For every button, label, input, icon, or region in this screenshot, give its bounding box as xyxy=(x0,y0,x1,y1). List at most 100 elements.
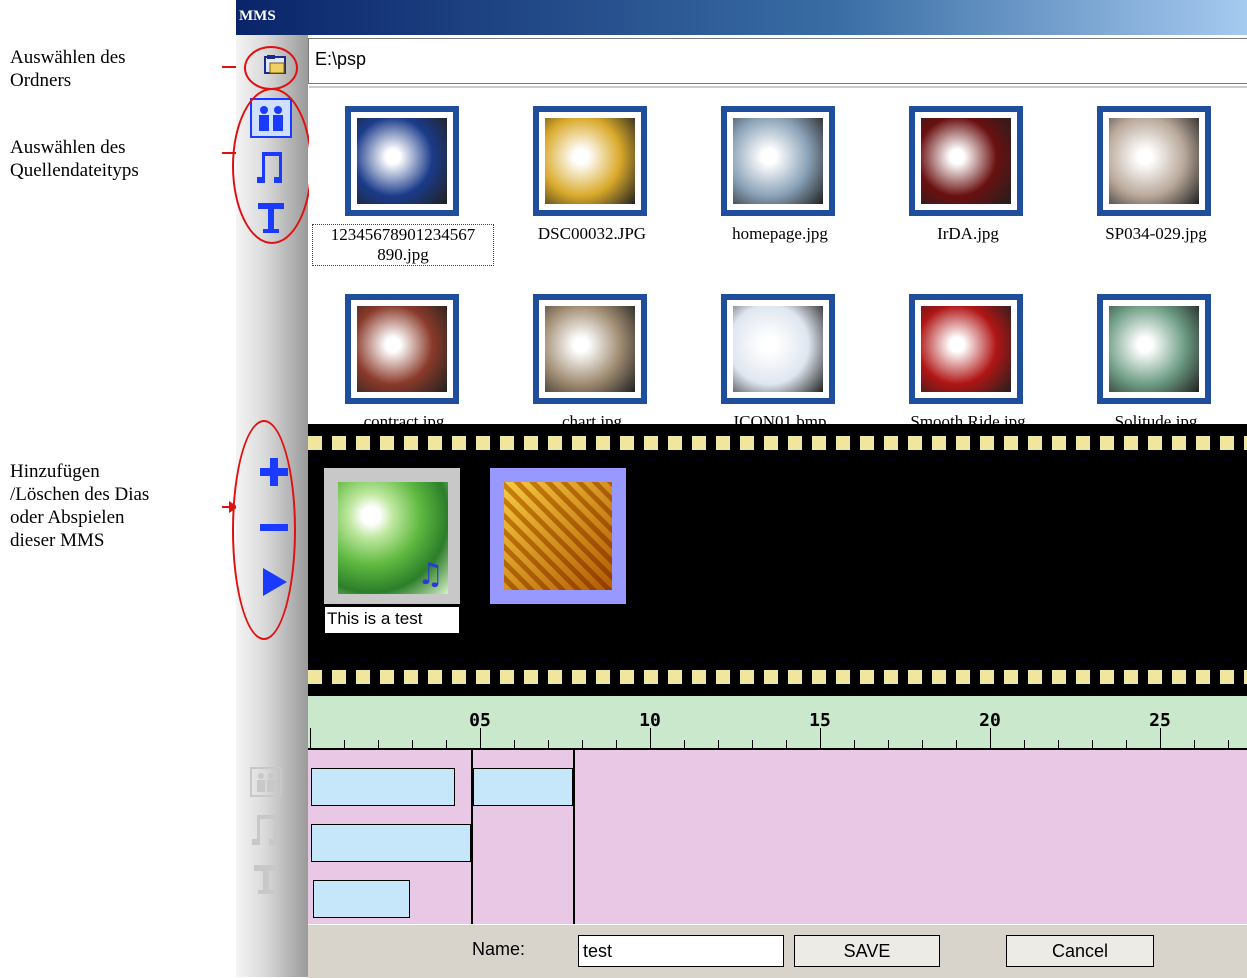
slide-divider-2 xyxy=(573,750,575,924)
cancel-button[interactable]: Cancel xyxy=(1006,935,1154,967)
slide-1[interactable]: ♫ This is a test xyxy=(324,468,460,634)
file-thumbnail xyxy=(909,106,1023,216)
image-segment-slide-1[interactable] xyxy=(311,768,455,806)
file-tile[interactable]: SP034-029.jpg xyxy=(1061,88,1247,258)
window-title: MMS xyxy=(239,8,276,24)
ruler-tick xyxy=(752,740,753,748)
file-name-label: IrDA.jpg xyxy=(937,224,999,243)
file-tile[interactable]: ICON01.bmp xyxy=(685,276,875,424)
file-name-label: SP034-029.jpg xyxy=(1105,224,1207,243)
file-thumbnail xyxy=(1097,106,1211,216)
thumbnail-image xyxy=(357,118,447,204)
track-text-icon xyxy=(248,860,284,900)
ruler-tick xyxy=(1228,740,1229,748)
image-segment-slide-2[interactable] xyxy=(473,768,573,806)
ruler-tick xyxy=(684,740,685,748)
time-ruler: 05 10 15 20 25 xyxy=(308,696,1247,750)
ruler-tick xyxy=(1024,740,1025,748)
ruler-tick xyxy=(480,728,481,748)
ruler-tick xyxy=(1160,728,1161,748)
file-tile[interactable]: 12345678901234567 890.jpg xyxy=(309,88,499,266)
title-bar: MMS xyxy=(236,0,1247,35)
file-tile[interactable]: Smooth Ride.jpg xyxy=(873,276,1063,424)
ruler-tick xyxy=(888,740,889,748)
timeline-tracks xyxy=(308,750,1247,924)
thumbnail-image xyxy=(1109,306,1199,392)
thumbnail-image xyxy=(733,306,823,392)
ruler-label: 10 xyxy=(639,710,661,731)
name-field[interactable] xyxy=(578,935,784,967)
track-audio-icon xyxy=(248,810,284,850)
ruler-tick xyxy=(786,740,787,748)
file-thumbnail xyxy=(533,106,647,216)
highlight-slide-actions xyxy=(232,420,296,640)
audio-segment-slide-1[interactable] xyxy=(311,824,471,862)
file-name-label: contract.jpg xyxy=(363,412,445,424)
ruler-tick xyxy=(820,728,821,748)
ruler-label: 25 xyxy=(1149,710,1171,731)
save-button[interactable]: SAVE xyxy=(794,935,940,967)
film-holes-top xyxy=(308,436,1247,450)
bottom-bar: Name: SAVE Cancel xyxy=(308,924,1247,978)
file-name-label: DSC00032.JPG xyxy=(537,224,647,243)
file-tile[interactable]: chart.jpg xyxy=(497,276,687,424)
file-name-label: Smooth Ride.jpg xyxy=(910,412,1026,424)
file-tile[interactable]: Solitude.jpg xyxy=(1061,276,1247,424)
thumbnail-image xyxy=(921,306,1011,392)
file-browser: 12345678901234567 890.jpg DSC00032.JPG hom… xyxy=(309,86,1247,424)
ruler-tick xyxy=(582,740,583,748)
ruler-tick xyxy=(548,740,549,748)
thumbnail-image xyxy=(733,118,823,204)
ruler-tick xyxy=(1126,740,1127,748)
ruler-tick xyxy=(718,740,719,748)
ruler-tick xyxy=(650,728,651,748)
ruler-tick xyxy=(1058,740,1059,748)
ruler-tick xyxy=(412,740,413,748)
ruler-tick xyxy=(344,740,345,748)
file-name-label: chart.jpg xyxy=(562,412,622,424)
path-field[interactable]: E:\psp xyxy=(308,38,1247,84)
file-thumbnail xyxy=(909,294,1023,404)
file-tile[interactable]: homepage.jpg xyxy=(685,88,875,258)
ruler-tick xyxy=(1092,740,1093,748)
highlight-source-types xyxy=(232,88,312,244)
file-tile[interactable]: contract.jpg xyxy=(309,276,499,424)
slide-2-image xyxy=(504,482,612,590)
ruler-tick xyxy=(1194,740,1195,748)
ruler-tick xyxy=(514,740,515,748)
text-segment-slide-1[interactable] xyxy=(313,880,410,918)
slide-1-caption[interactable]: This is a test xyxy=(324,606,460,634)
thumbnail-image xyxy=(357,306,447,392)
film-holes-bottom xyxy=(308,670,1247,684)
ruler-tick xyxy=(854,740,855,748)
track-image-icon xyxy=(248,764,284,800)
annotation-folder: Auswählen des Ordners xyxy=(10,47,126,91)
ruler-tick xyxy=(310,728,311,748)
file-thumbnail xyxy=(345,106,459,216)
file-name-label: homepage.jpg xyxy=(732,224,828,243)
thumbnail-image xyxy=(1109,118,1199,204)
people-icon-gray xyxy=(250,767,282,797)
ruler-tick xyxy=(616,740,617,748)
ruler-label: 15 xyxy=(809,710,831,731)
file-tile[interactable]: DSC00032.JPG xyxy=(497,88,687,258)
file-tile[interactable]: IrDA.jpg xyxy=(873,88,1063,258)
ruler-tick xyxy=(956,740,957,748)
name-label: Name: xyxy=(472,939,526,959)
file-thumbnail xyxy=(533,294,647,404)
file-thumbnail xyxy=(345,294,459,404)
file-thumbnail xyxy=(721,294,835,404)
ruler-tick xyxy=(446,740,447,748)
ruler-tick xyxy=(378,740,379,748)
file-name-label: 12345678901234567 890.jpg xyxy=(312,224,494,266)
text-t-icon-gray xyxy=(254,865,278,894)
thumbnail-image xyxy=(921,118,1011,204)
thumbnail-image xyxy=(545,306,635,392)
annotation-source-type: Auswählen des Quellendateityps xyxy=(10,137,139,181)
ruler-tick xyxy=(990,728,991,748)
file-thumbnail xyxy=(1097,294,1211,404)
slide-2[interactable] xyxy=(490,468,626,604)
highlight-folder xyxy=(244,46,298,90)
file-name-label: Solitude.jpg xyxy=(1114,412,1198,424)
music-note-icon-gray xyxy=(252,815,277,845)
